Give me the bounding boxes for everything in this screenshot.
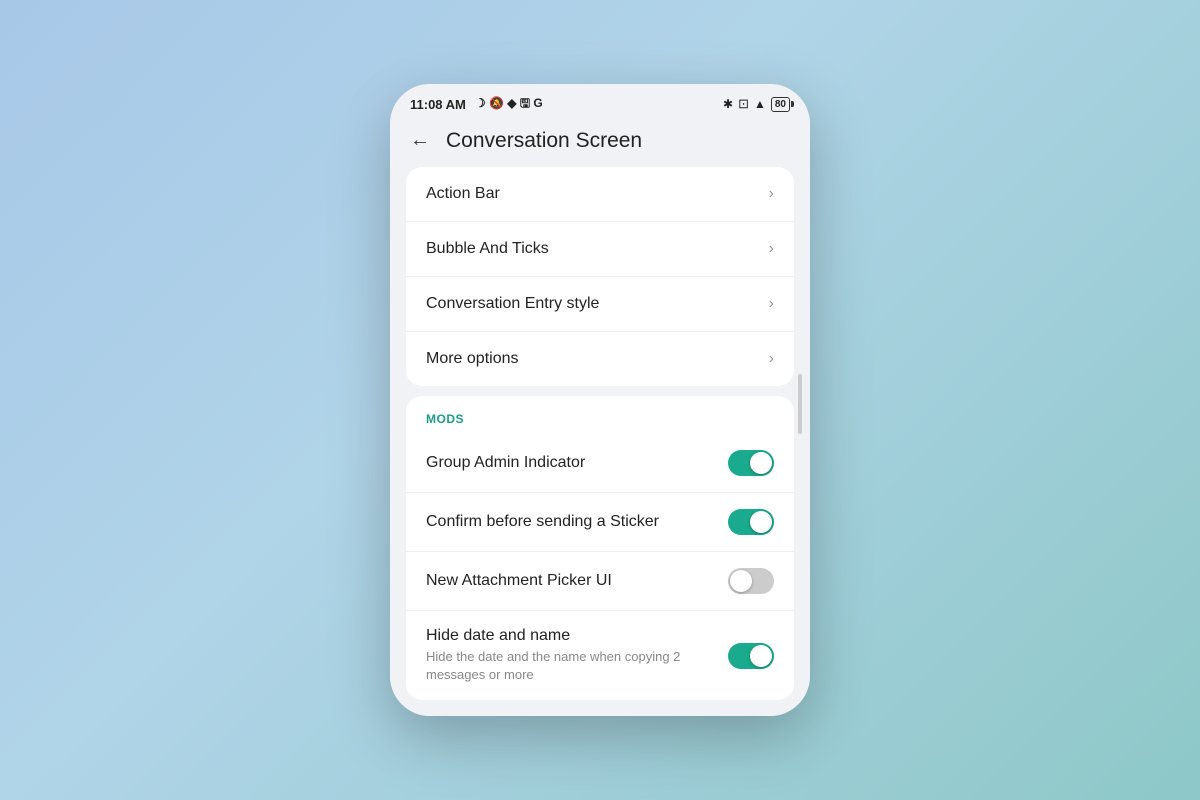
toggle-label-hide-date-name: Hide date and name (426, 627, 716, 645)
mods-card: MODS Group Admin Indicator Confirm befor… (406, 396, 794, 700)
status-time: 11:08 AM ☽ 🔕 ◆ 🖫 G (410, 94, 543, 115)
toggle-label-attachment-picker: New Attachment Picker UI (426, 572, 716, 590)
toggle-item-text: Group Admin Indicator (426, 454, 716, 472)
toggle-item-hide-date-name: Hide date and name Hide the date and the… (406, 611, 794, 700)
back-button[interactable]: ← (410, 129, 430, 152)
status-bar: 11:08 AM ☽ 🔕 ◆ 🖫 G ✱ ⊡ ▲ 80 (390, 84, 810, 121)
menu-item-action-bar[interactable]: Action Bar › (406, 167, 794, 222)
toggle-label-confirm-sticker: Confirm before sending a Sticker (426, 513, 716, 531)
toggle-group-admin[interactable] (728, 450, 774, 476)
chevron-icon: › (769, 240, 774, 258)
scrollbar (798, 374, 802, 434)
toggle-sublabel-hide-date-name: Hide the date and the name when copying … (426, 648, 716, 684)
menu-item-label: Bubble And Ticks (426, 240, 549, 258)
toggle-item-group-admin: Group Admin Indicator (406, 434, 794, 493)
battery-indicator: 80 (771, 97, 790, 112)
toggle-item-text: New Attachment Picker UI (426, 572, 716, 590)
toggle-knob (750, 511, 772, 533)
status-icons-left: ☽ 🔕 ◆ 🖫 G (475, 94, 543, 115)
app-bar: ← Conversation Screen (390, 121, 810, 167)
menu-item-bubble-ticks[interactable]: Bubble And Ticks › (406, 222, 794, 277)
bluetooth-icon: ✱ (723, 97, 733, 111)
page-title: Conversation Screen (446, 129, 642, 153)
wifi-icon: ▲ (754, 97, 766, 111)
toggle-item-confirm-sticker: Confirm before sending a Sticker (406, 493, 794, 552)
toggle-item-text: Hide date and name Hide the date and the… (426, 627, 716, 684)
time-display: 11:08 AM (410, 97, 466, 112)
menu-item-more-options[interactable]: More options › (406, 332, 794, 386)
mods-section-label: MODS (406, 396, 794, 434)
toggle-knob (750, 645, 772, 667)
toggle-knob (730, 570, 752, 592)
menu-item-label: Conversation Entry style (426, 295, 599, 313)
status-icons-right: ✱ ⊡ ▲ 80 (723, 96, 790, 112)
nav-card: Action Bar › Bubble And Ticks › Conversa… (406, 167, 794, 386)
chevron-icon: › (769, 295, 774, 313)
menu-item-label: More options (426, 350, 519, 368)
phone-frame: 11:08 AM ☽ 🔕 ◆ 🖫 G ✱ ⊡ ▲ 80 ← Conversati… (390, 84, 810, 716)
toggle-knob (750, 452, 772, 474)
toggle-confirm-sticker[interactable] (728, 509, 774, 535)
toggle-item-attachment-picker: New Attachment Picker UI (406, 552, 794, 611)
chevron-icon: › (769, 185, 774, 203)
content-area: Action Bar › Bubble And Ticks › Conversa… (390, 167, 810, 716)
menu-item-conv-entry[interactable]: Conversation Entry style › (406, 277, 794, 332)
toggle-item-text: Confirm before sending a Sticker (426, 513, 716, 531)
chevron-icon: › (769, 350, 774, 368)
toggle-attachment-picker[interactable] (728, 568, 774, 594)
menu-item-label: Action Bar (426, 185, 500, 203)
screen-icon: ⊡ (738, 96, 749, 112)
toggle-label-group-admin: Group Admin Indicator (426, 454, 716, 472)
toggle-hide-date-name[interactable] (728, 643, 774, 669)
